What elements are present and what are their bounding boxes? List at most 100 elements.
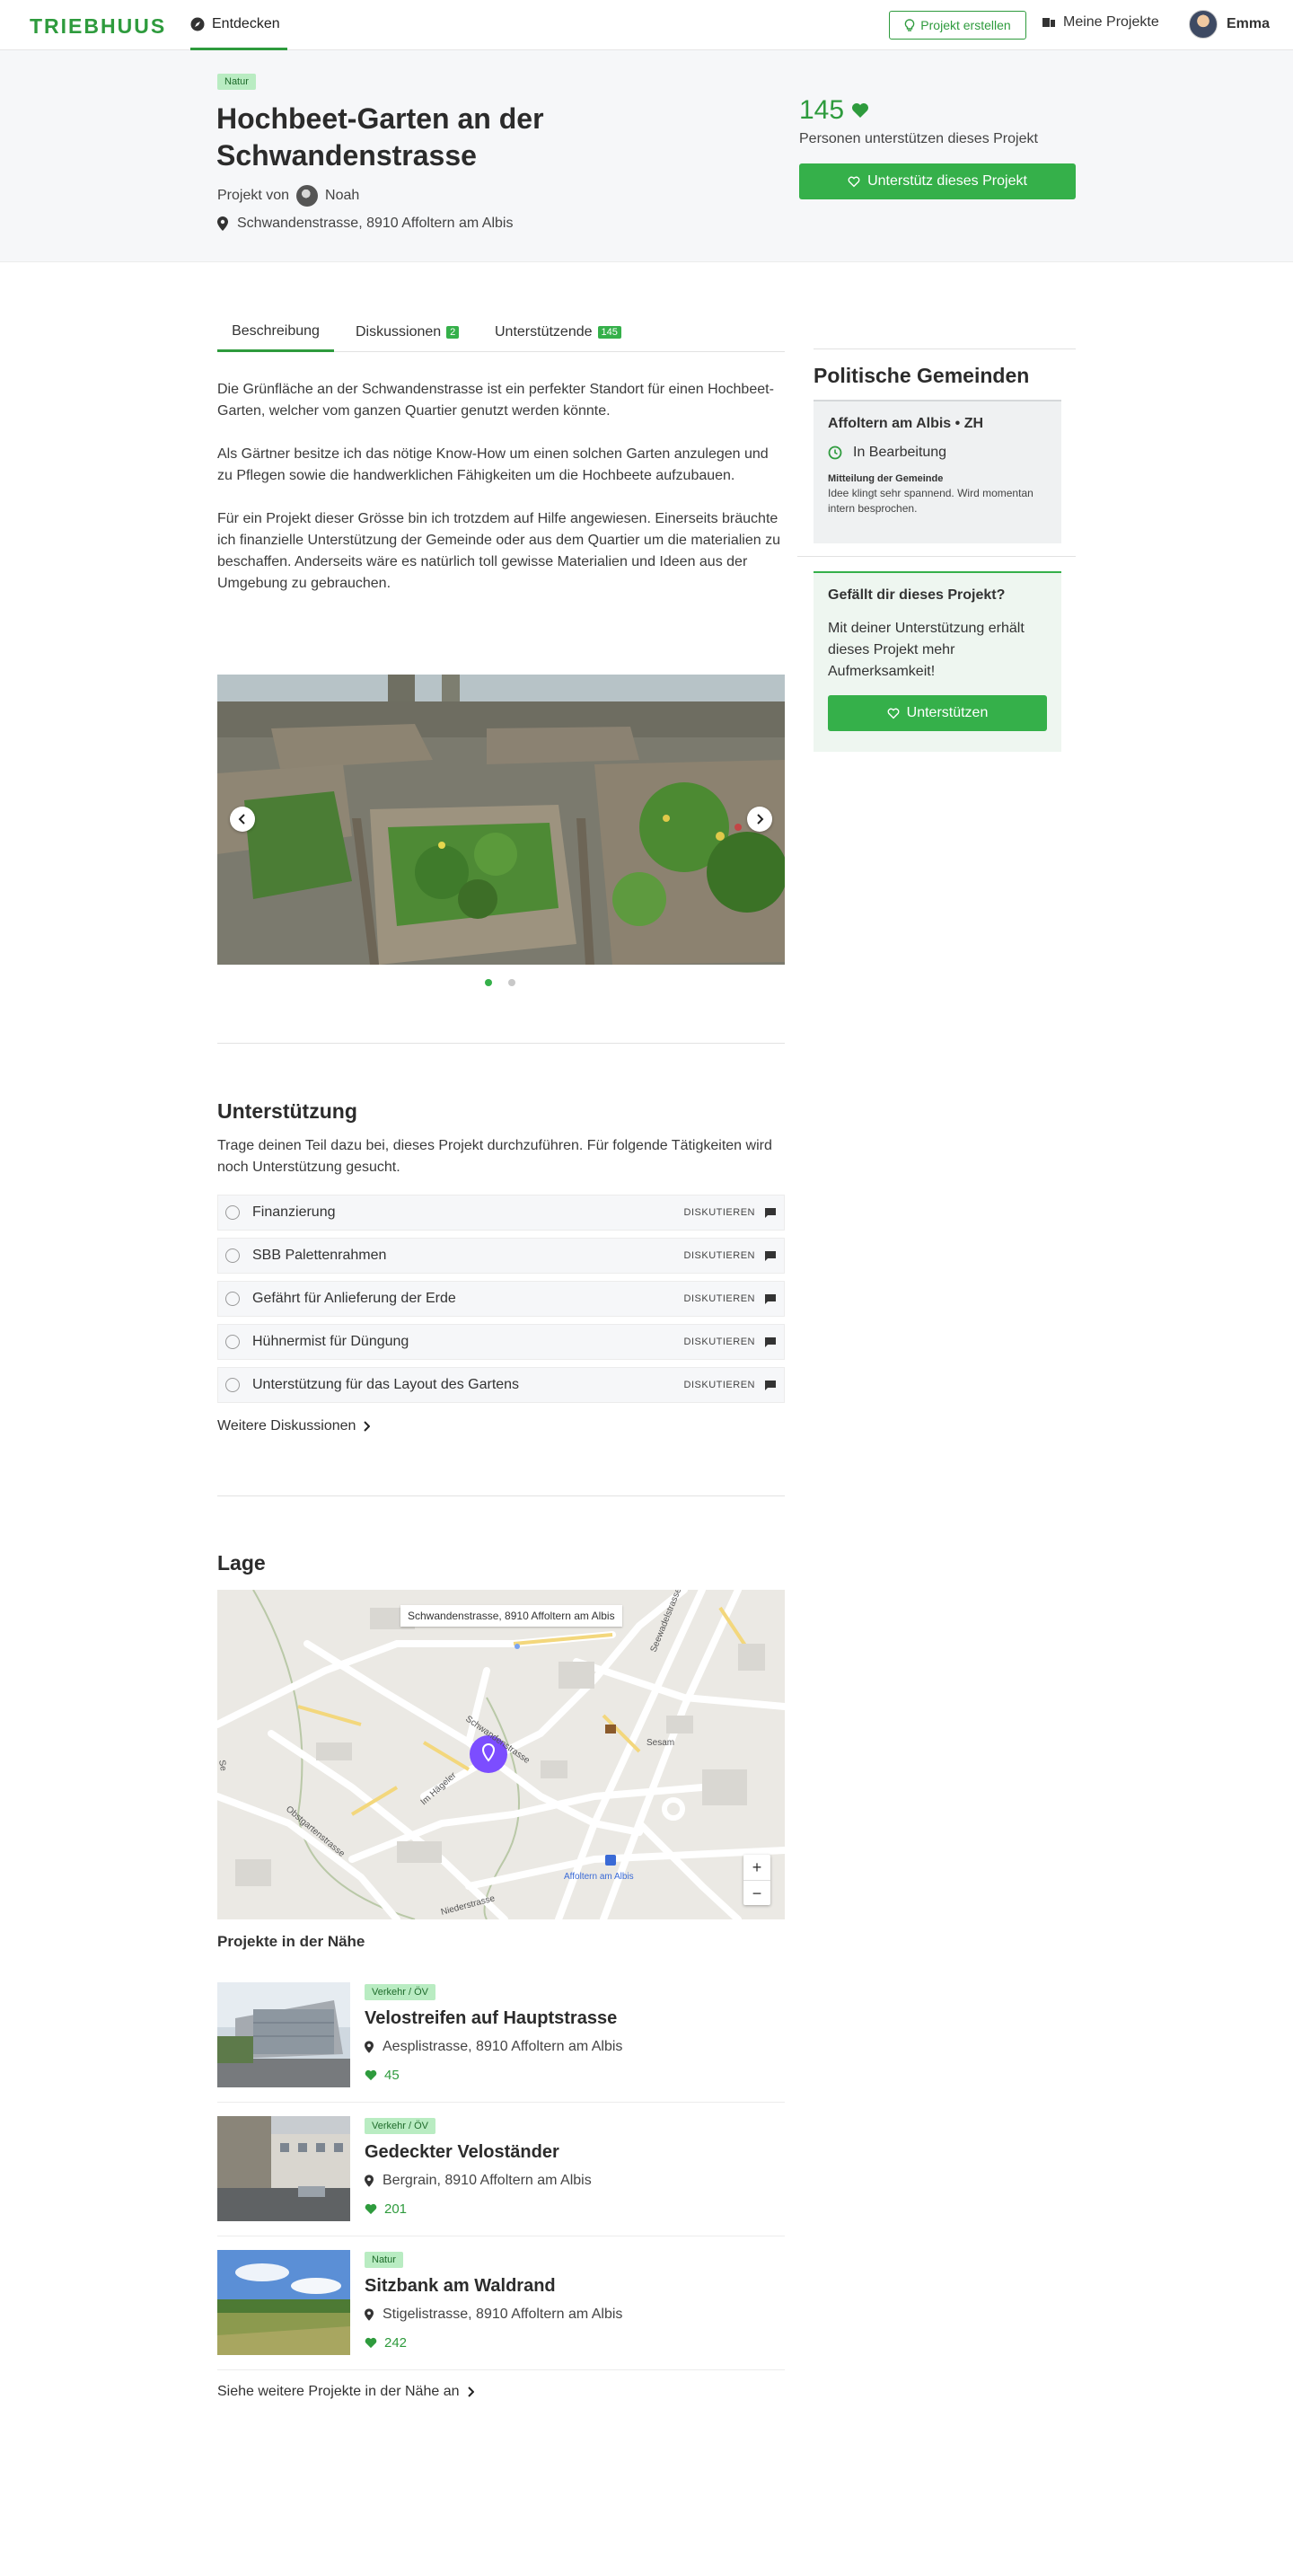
more-discussions-label: Weitere Diskussionen — [217, 1418, 356, 1434]
nearby-project[interactable]: Natur Sitzbank am Waldrand Stigelistrass… — [217, 2236, 785, 2370]
project-header: Natur Hochbeet-Garten an der Schwandenst… — [0, 50, 1293, 262]
discuss-button[interactable]: DISKUTIEREN — [684, 1337, 777, 1348]
street-label: Se — [217, 1760, 228, 1772]
projects-icon — [1042, 16, 1056, 29]
tab-description[interactable]: Beschreibung — [217, 313, 334, 352]
like-card: Gefällt dir dieses Projekt? Mit deiner U… — [814, 571, 1061, 752]
zoom-out-button[interactable]: − — [743, 1880, 770, 1905]
nearby-project-title[interactable]: Gedeckter Veloständer — [365, 2142, 559, 2163]
create-project-button[interactable]: Projekt erstellen — [889, 11, 1026, 40]
carousel-prev-button[interactable] — [230, 807, 255, 832]
support-task[interactable]: Gefährt für Anlieferung der Erde DISKUTI… — [217, 1281, 785, 1317]
chevron-right-icon — [363, 1421, 371, 1432]
nearby-project-title[interactable]: Velostreifen auf Hauptstrasse — [365, 2008, 617, 2029]
discuss-button[interactable]: DISKUTIEREN — [684, 1380, 777, 1391]
author-name[interactable]: Noah — [325, 188, 359, 204]
carousel-dots — [485, 979, 515, 986]
chevron-right-icon — [467, 2386, 474, 2397]
task-label: Gefährt für Anlieferung der Erde — [252, 1291, 456, 1306]
task-radio[interactable] — [225, 1248, 240, 1263]
project-address: Schwandenstrasse, 8910 Affoltern am Albi… — [217, 216, 513, 232]
nav-discover-link[interactable]: Entdecken — [190, 0, 287, 50]
support-task[interactable]: Finanzierung DISKUTIEREN — [217, 1195, 785, 1231]
chevron-right-icon — [755, 814, 764, 825]
task-radio[interactable] — [225, 1335, 240, 1349]
supporters-badge: 145 — [597, 326, 621, 339]
my-projects-link[interactable]: Meine Projekte — [1042, 14, 1159, 31]
category-tag[interactable]: Verkehr / ÖV — [365, 1984, 435, 2000]
nearby-project[interactable]: Verkehr / ÖV Velostreifen auf Hauptstras… — [217, 1969, 785, 2103]
image-carousel — [217, 675, 785, 965]
nearby-supporters: 45 — [365, 2068, 400, 2083]
location-map[interactable]: Schwandenstrasse Seewadelstrasse Im Häge… — [217, 1590, 785, 1919]
municipality-name: Affoltern am Albis • ZH — [828, 416, 984, 431]
carousel-next-button[interactable] — [747, 807, 772, 832]
discuss-label: DISKUTIEREN — [683, 1207, 755, 1218]
user-menu[interactable]: Emma — [1189, 10, 1270, 39]
nearby-project-address: Bergrain, 8910 Affoltern am Albis — [365, 2173, 592, 2189]
more-discussions-link[interactable]: Weitere Diskussionen — [217, 1418, 371, 1434]
task-radio[interactable] — [225, 1205, 240, 1220]
bulb-icon — [904, 19, 915, 31]
category-tag[interactable]: Verkehr / ÖV — [365, 2118, 435, 2134]
tab-discussions[interactable]: Diskussionen 2 — [356, 313, 460, 352]
support-project-button[interactable]: Unterstütz dieses Projekt — [799, 163, 1076, 199]
discuss-button[interactable]: DISKUTIEREN — [684, 1250, 777, 1262]
nearby-thumbnail[interactable] — [217, 1982, 350, 2087]
support-button[interactable]: Unterstützen — [828, 695, 1047, 731]
compass-icon — [190, 17, 205, 31]
like-title: Gefällt dir dieses Projekt? — [828, 587, 1006, 603]
tab-supporters-label: Unterstützende — [495, 324, 593, 340]
discuss-button[interactable]: DISKUTIEREN — [684, 1293, 777, 1305]
task-label: SBB Palettenrahmen — [252, 1248, 387, 1263]
divider — [217, 1043, 785, 1044]
tab-discussions-label: Diskussionen — [356, 324, 442, 340]
task-radio[interactable] — [225, 1292, 240, 1306]
zoom-controls: + − — [743, 1855, 770, 1905]
municipality-title: Politische Gemeinden — [814, 348, 1076, 388]
task-label: Unterstützung für das Layout des Gartens — [252, 1377, 520, 1392]
carousel-dot[interactable] — [508, 979, 515, 986]
zoom-in-button[interactable]: + — [743, 1855, 770, 1880]
nearby-supporters-count: 201 — [384, 2201, 408, 2217]
support-task[interactable]: Hühnermist für Düngung DISKUTIEREN — [217, 1324, 785, 1360]
heart-icon — [365, 2337, 377, 2349]
my-projects-label: Meine Projekte — [1063, 14, 1159, 30]
tab-supporters[interactable]: Unterstützende 145 — [495, 313, 621, 352]
nearby-supporters: 242 — [365, 2335, 407, 2351]
nearby-thumbnail[interactable] — [217, 2116, 350, 2221]
category-tag[interactable]: Natur — [365, 2252, 403, 2268]
comment-icon — [764, 1207, 777, 1219]
nearby-thumbnail[interactable] — [217, 2250, 350, 2355]
task-radio[interactable] — [225, 1378, 240, 1392]
nearby-project[interactable]: Verkehr / ÖV Gedeckter Veloständer Bergr… — [217, 2103, 785, 2236]
comment-icon — [764, 1250, 777, 1262]
supporters-number: 145 — [799, 95, 845, 125]
discuss-button[interactable]: DISKUTIEREN — [684, 1207, 777, 1219]
create-project-label: Projekt erstellen — [920, 18, 1011, 32]
support-task[interactable]: SBB Palettenrahmen DISKUTIEREN — [217, 1238, 785, 1274]
description-paragraph: Für ein Projekt dieser Grösse bin ich tr… — [217, 511, 780, 591]
carousel-dot[interactable] — [485, 979, 492, 986]
location-pin-icon — [217, 216, 228, 231]
support-task-list: Finanzierung DISKUTIEREN SBB Palettenrah… — [217, 1195, 785, 1410]
more-nearby-link[interactable]: Siehe weitere Projekte in der Nähe an — [217, 2384, 474, 2400]
description-paragraph: Die Grünfläche an der Schwandenstrasse i… — [217, 382, 774, 419]
heart-icon — [365, 2203, 377, 2215]
logo[interactable]: TRIEBHUUS — [30, 14, 166, 39]
nearby-project-title[interactable]: Sitzbank am Waldrand — [365, 2276, 556, 2297]
more-nearby-label: Siehe weitere Projekte in der Nähe an — [217, 2384, 460, 2399]
map-address-label: Schwandenstrasse, 8910 Affoltern am Albi… — [400, 1605, 622, 1627]
municipality-message-label: Mitteilung der Gemeinde — [828, 473, 944, 484]
project-title: Hochbeet-Garten an der Schwandenstrasse — [216, 102, 544, 172]
discuss-label: DISKUTIEREN — [683, 1337, 755, 1347]
heart-icon — [365, 2069, 377, 2081]
project-tabs: Beschreibung Diskussionen 2 Unterstützen… — [217, 313, 785, 352]
top-nav: TRIEBHUUS Entdecken Projekt erstellen Me… — [0, 0, 1293, 50]
category-tag[interactable]: Natur — [217, 74, 256, 90]
chevron-left-icon — [238, 814, 247, 825]
comment-icon — [764, 1293, 777, 1305]
support-task[interactable]: Unterstützung für das Layout des Gartens… — [217, 1367, 785, 1403]
location-pin-icon — [365, 2041, 374, 2053]
support-project-label: Unterstütz dieses Projekt — [867, 173, 1027, 189]
